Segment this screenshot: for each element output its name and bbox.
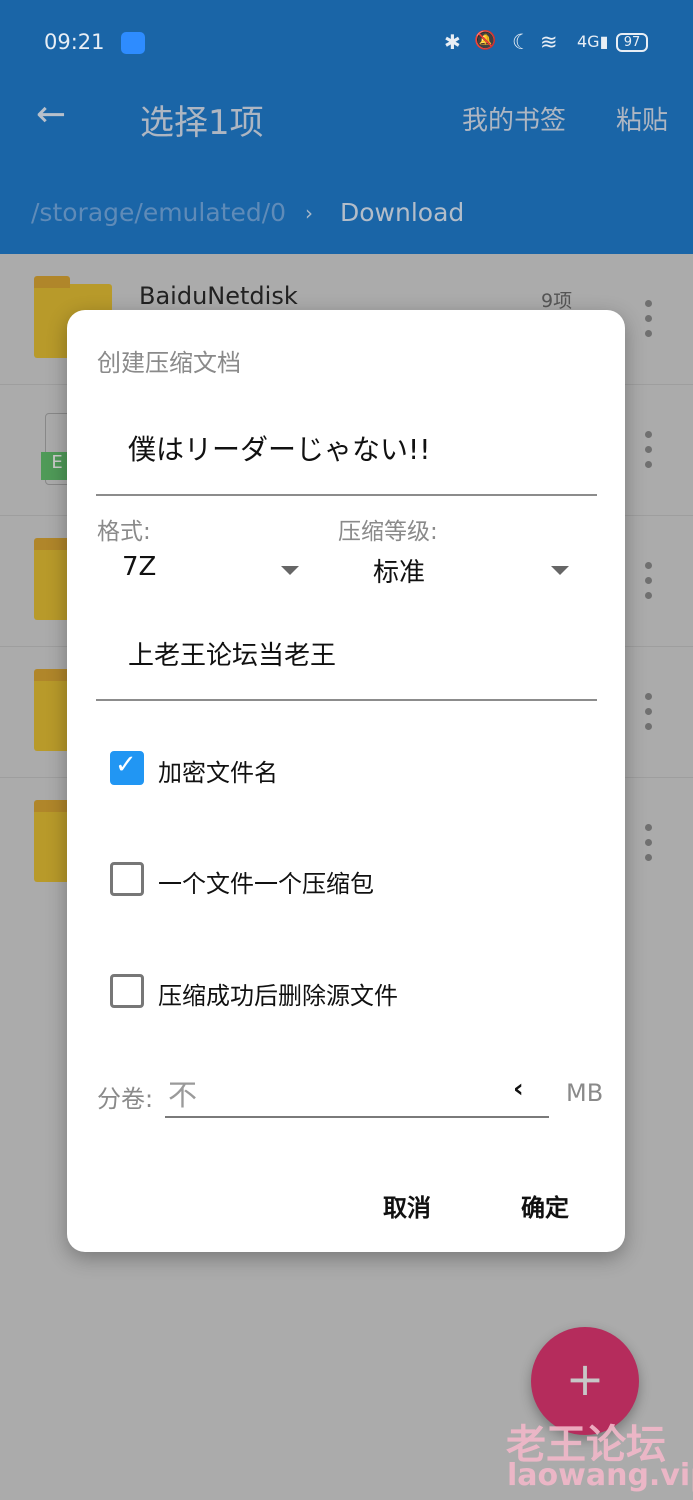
chevron-left-icon[interactable]: ‹ [513, 1074, 524, 1104]
more-icon[interactable] [645, 431, 655, 476]
password-value: 上老王论坛当老王 [128, 641, 337, 671]
breadcrumb-current[interactable]: Download [340, 198, 464, 227]
battery-icon: 97 [616, 33, 648, 52]
cancel-button[interactable]: 取消 [383, 1188, 431, 1223]
dropdown-caret-icon [551, 566, 569, 575]
checkbox-checked[interactable]: ✓ [110, 750, 144, 785]
plus-icon: + [565, 1352, 605, 1406]
dropdown-caret-icon [281, 566, 299, 575]
app-header: 09:21 ✱ 🔕 ☾ ≋ 4G▮ 97 ← 选择1项 我的书签 粘贴 /sto… [0, 0, 693, 254]
split-size-input[interactable]: 不 ‹ [165, 1070, 549, 1118]
back-arrow-icon[interactable]: ← [36, 94, 66, 135]
status-time: 09:21 [44, 30, 105, 54]
level-value: 标准 [373, 558, 426, 588]
option-label: 加密文件名 [158, 759, 278, 787]
paste-button[interactable]: 粘贴 [616, 100, 668, 137]
android-icon [121, 32, 145, 54]
checkbox[interactable] [110, 974, 144, 1008]
archive-name-value: 僕はリーダーじゃない!! [128, 433, 431, 466]
split-placeholder: 不 [168, 1078, 198, 1112]
level-label: 压缩等级: [338, 519, 438, 545]
file-name: BaiduNetdisk [139, 282, 298, 310]
moon-icon: ☾ [512, 30, 531, 54]
watermark-url: laowang.vip [507, 1458, 693, 1493]
more-icon[interactable] [645, 693, 655, 738]
split-label: 分卷: [97, 1085, 154, 1113]
checkbox[interactable] [110, 862, 144, 896]
more-icon[interactable] [645, 824, 655, 869]
page-title: 选择1项 [140, 103, 264, 143]
dialog-title: 创建压缩文档 [97, 349, 241, 377]
bluetooth-icon: ✱ [444, 30, 461, 54]
format-dropdown[interactable]: 7Z [97, 548, 307, 592]
chevron-right-icon: › [305, 201, 313, 225]
create-archive-dialog: 创建压缩文档 僕はリーダーじゃない!! 格式: 7Z 压缩等级: 标准 上老王论… [67, 310, 625, 1252]
more-icon[interactable] [645, 300, 655, 345]
option-label: 压缩成功后删除源文件 [158, 982, 398, 1010]
more-icon[interactable] [645, 562, 655, 607]
item-count: 9项 [541, 290, 573, 312]
level-dropdown[interactable]: 标准 [338, 548, 578, 592]
split-unit: MB [566, 1079, 604, 1107]
option-label: 一个文件一个压缩包 [158, 870, 374, 898]
wifi-icon: ≋ [540, 30, 558, 54]
mute-icon: 🔕 [474, 30, 497, 51]
signal-4g-icon: 4G▮ [577, 32, 609, 51]
bookmarks-button[interactable]: 我的书签 [462, 100, 566, 137]
format-value: 7Z [122, 552, 157, 582]
ok-button[interactable]: 确定 [521, 1188, 569, 1223]
format-label: 格式: [97, 519, 151, 545]
breadcrumb-root[interactable]: /storage/emulated/0 [31, 198, 286, 227]
